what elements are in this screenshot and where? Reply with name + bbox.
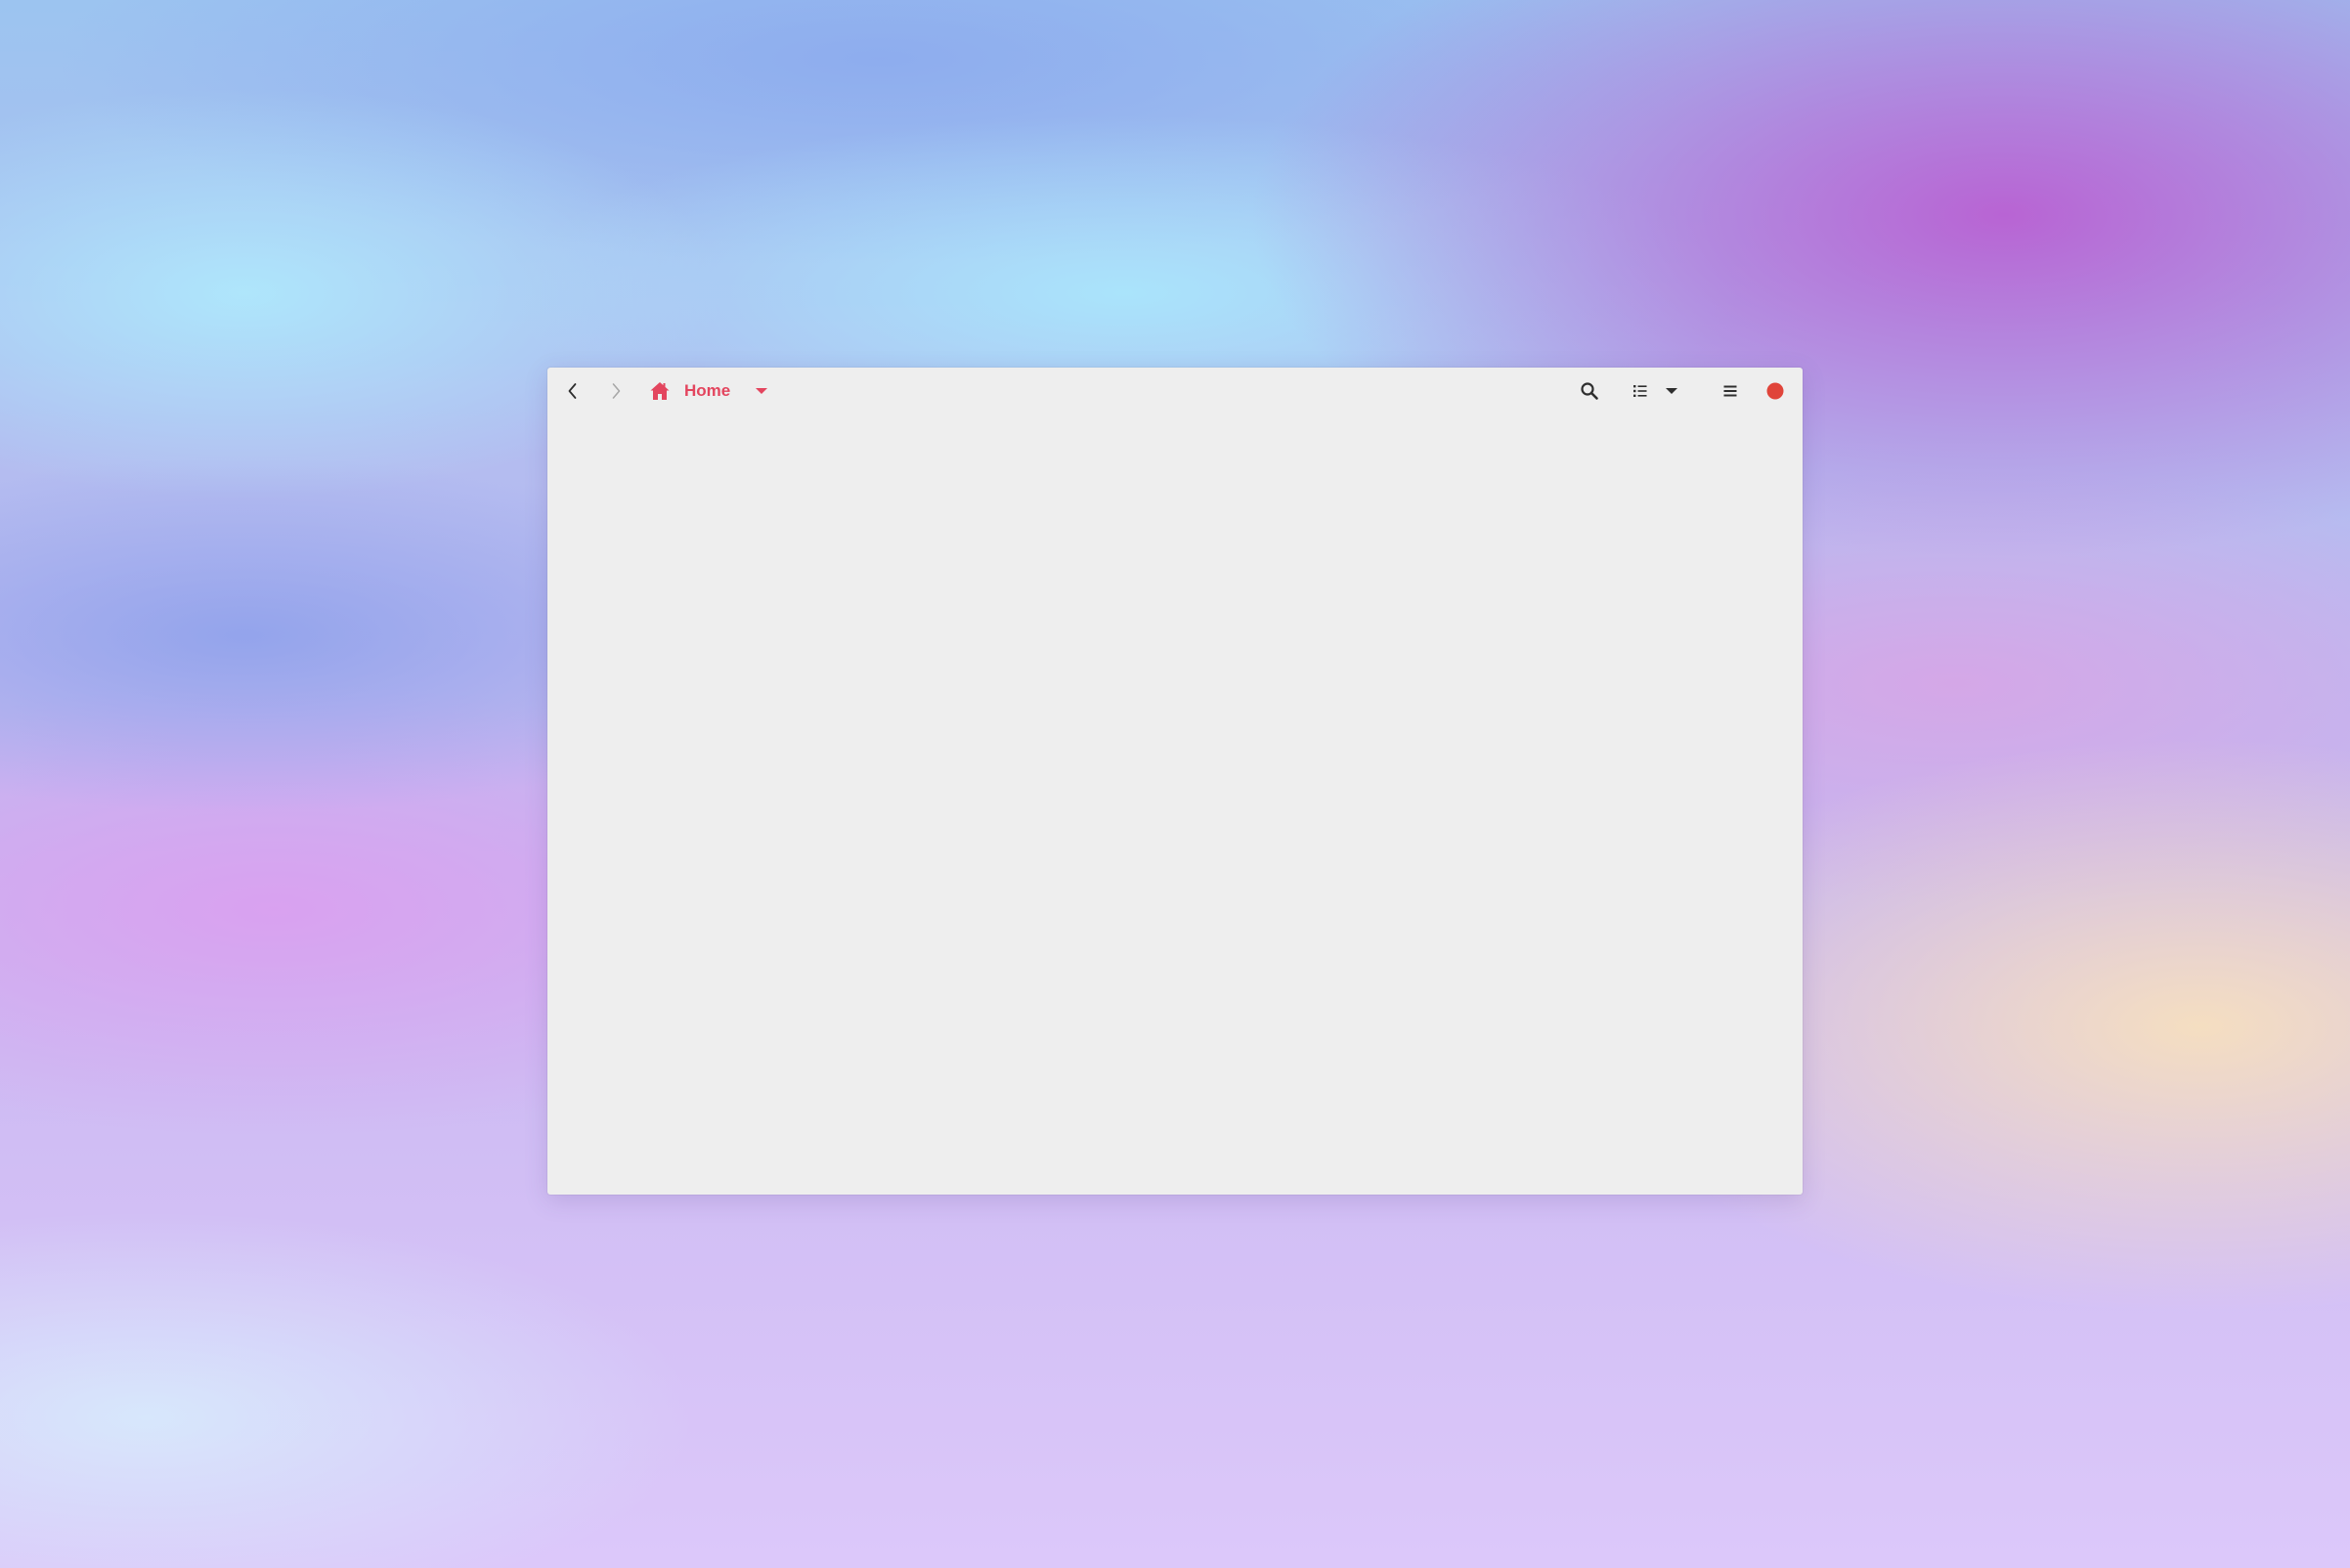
view-list-icon bbox=[1633, 385, 1647, 397]
close-dot-icon bbox=[1766, 382, 1784, 400]
search-icon bbox=[1581, 382, 1598, 400]
chevron-right-icon bbox=[612, 383, 621, 399]
desktop-background: Home bbox=[0, 0, 2350, 1568]
file-view-area[interactable] bbox=[547, 414, 1803, 1195]
triangle-down-icon bbox=[1666, 388, 1677, 394]
triangle-down-icon bbox=[756, 388, 768, 394]
file-manager-window: Home bbox=[547, 368, 1803, 1195]
close-button[interactable] bbox=[1758, 371, 1793, 411]
chevron-left-icon bbox=[568, 383, 577, 399]
path-button-home[interactable]: Home bbox=[645, 371, 734, 411]
view-options-dropdown-button[interactable] bbox=[1658, 371, 1685, 411]
main-menu-button[interactable] bbox=[1713, 371, 1748, 411]
back-button[interactable] bbox=[555, 371, 590, 411]
header-bar: Home bbox=[547, 368, 1803, 414]
forward-button[interactable] bbox=[598, 371, 633, 411]
home-icon bbox=[650, 382, 670, 400]
view-mode-button[interactable] bbox=[1623, 371, 1658, 411]
hamburger-menu-icon bbox=[1723, 385, 1737, 397]
path-bar: Home bbox=[645, 371, 775, 411]
path-label-home: Home bbox=[684, 381, 731, 400]
search-button[interactable] bbox=[1572, 371, 1607, 411]
path-dropdown-button[interactable] bbox=[748, 371, 775, 411]
